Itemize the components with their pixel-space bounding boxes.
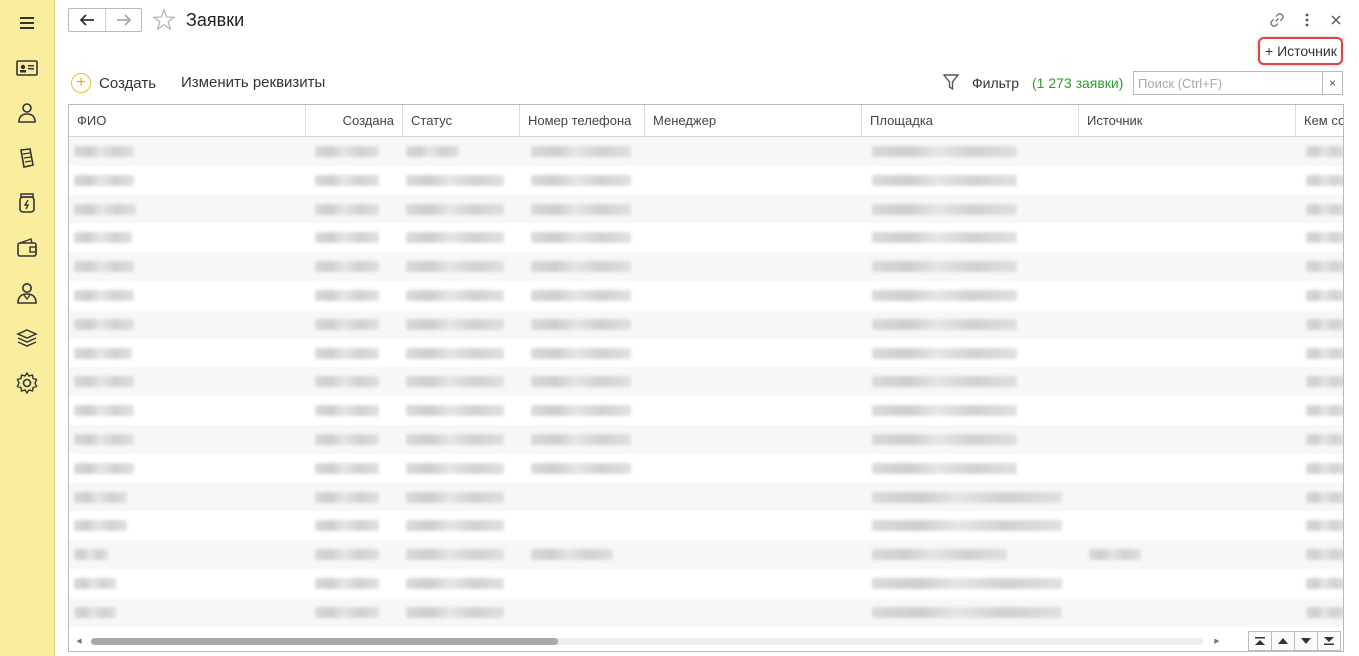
add-source-button[interactable]: + Источник (1258, 37, 1343, 65)
search-clear-button[interactable]: × (1323, 71, 1343, 95)
column-header-phone[interactable]: Номер телефона (520, 105, 645, 137)
table-row[interactable] (69, 482, 1343, 512)
column-header-status[interactable]: Статус (403, 105, 520, 137)
table-row[interactable] (69, 339, 1343, 368)
more-options-icon[interactable] (1297, 10, 1317, 30)
go-top-icon (1255, 637, 1265, 645)
arrow-left-icon (79, 14, 94, 26)
left-sidebar (0, 0, 55, 656)
create-button[interactable]: + Создать (71, 72, 156, 94)
horizontal-scrollbar[interactable]: ◀ ▶ (69, 632, 1229, 650)
requests-table: ФИО Создана Статус Номер телефона Менедж… (68, 104, 1344, 652)
table-row[interactable] (69, 424, 1343, 454)
scrollbar-thumb[interactable] (91, 638, 559, 645)
back-button[interactable] (69, 9, 105, 31)
favorite-star-icon[interactable] (152, 8, 176, 32)
create-button-label: Создать (99, 74, 157, 92)
table-row[interactable] (69, 367, 1343, 397)
table-row[interactable] (69, 540, 1343, 569)
filter-icon[interactable] (942, 73, 960, 91)
edit-attributes-button[interactable]: Изменить реквизиты (181, 74, 325, 91)
go-last-button[interactable] (1317, 631, 1341, 651)
table-row[interactable] (69, 194, 1343, 224)
user-icon[interactable] (12, 278, 42, 308)
table-row[interactable] (69, 511, 1343, 540)
scroll-right-arrow-icon[interactable]: ▶ (1211, 635, 1223, 647)
table-row[interactable] (69, 396, 1343, 425)
filter-button[interactable]: Фильтр (972, 75, 1019, 91)
go-first-button[interactable] (1248, 631, 1272, 651)
scroll-left-arrow-icon[interactable]: ◀ (73, 635, 85, 647)
column-header-manager[interactable]: Менеджер (645, 105, 862, 137)
table-row[interactable] (69, 252, 1343, 281)
person-icon[interactable] (12, 98, 42, 128)
search-input[interactable] (1133, 71, 1323, 95)
navigation-group (68, 8, 142, 32)
table-body (69, 137, 1343, 627)
table-row[interactable] (69, 309, 1343, 339)
document-icon[interactable] (12, 143, 42, 173)
pagination-controls (1248, 631, 1341, 651)
jar-icon[interactable] (12, 188, 42, 218)
table-row[interactable] (69, 223, 1343, 252)
page-up-button[interactable] (1271, 631, 1295, 651)
table-row[interactable] (69, 454, 1343, 483)
table-row[interactable] (69, 569, 1343, 598)
record-count: (1 273 заявки) (1032, 75, 1124, 91)
go-bottom-icon (1324, 637, 1334, 645)
page-title: Заявки (186, 10, 245, 30)
page-down-button[interactable] (1294, 631, 1318, 651)
column-header-source[interactable]: Источник (1079, 105, 1296, 137)
gear-icon[interactable] (12, 368, 42, 398)
forward-button[interactable] (105, 9, 141, 31)
arrow-right-icon (116, 14, 131, 26)
menu-icon[interactable] (12, 8, 42, 38)
column-header-created[interactable]: Создана (306, 105, 403, 137)
table-row[interactable] (69, 281, 1343, 310)
layers-icon[interactable] (12, 323, 42, 353)
close-icon[interactable] (1326, 10, 1346, 30)
column-header-platform[interactable]: Площадка (862, 105, 1079, 137)
column-header-fio[interactable]: ФИО (69, 105, 306, 137)
plus-circle-icon: + (71, 73, 91, 93)
table-row[interactable] (69, 137, 1343, 166)
column-header-created-by[interactable]: Кем со (1296, 105, 1343, 137)
table-row[interactable] (69, 166, 1343, 195)
link-icon[interactable] (1267, 10, 1287, 30)
wallet-icon[interactable] (12, 233, 42, 263)
arrow-down-icon (1301, 638, 1311, 644)
scrollbar-track[interactable] (91, 638, 1203, 645)
arrow-up-icon (1278, 638, 1288, 644)
table-header: ФИО Создана Статус Номер телефона Менедж… (69, 105, 1343, 137)
table-row[interactable] (69, 597, 1343, 627)
contact-card-icon[interactable] (12, 53, 42, 83)
